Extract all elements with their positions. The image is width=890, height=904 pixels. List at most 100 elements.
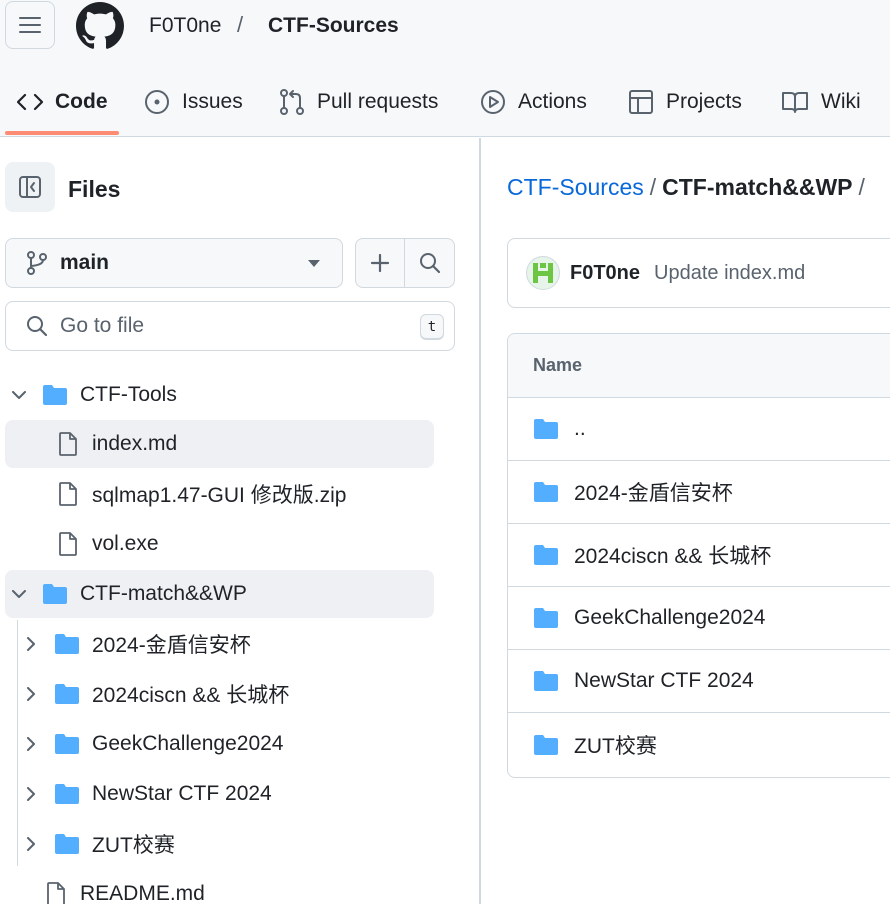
play-icon	[481, 90, 505, 114]
table-row[interactable]: GeekChallenge2024	[508, 587, 890, 650]
tree-file-readme[interactable]: README.md	[5, 870, 434, 904]
path-breadcrumb: CTF-Sources / CTF-match&&WP /	[507, 174, 871, 201]
chevron-right-icon	[23, 736, 39, 752]
folder-icon	[534, 545, 558, 565]
folder-icon	[43, 385, 67, 405]
folder-icon	[55, 734, 79, 754]
tree-folder-zut[interactable]: ZUT校赛	[5, 820, 434, 868]
book-icon	[782, 92, 808, 113]
breadcrumb-repo-link[interactable]: CTF-Sources	[507, 174, 644, 200]
breadcrumb-separator: /	[237, 12, 244, 37]
sidebar-collapse-icon	[19, 176, 41, 198]
branch-selector[interactable]: main	[5, 238, 343, 288]
tree-file-sqlmap-zip[interactable]: sqlmap1.47-GUI 修改版.zip	[5, 470, 434, 518]
chevron-down-icon	[11, 586, 27, 602]
folder-icon	[534, 482, 558, 502]
tree-item-label: CTF-match&&WP	[80, 582, 247, 605]
table-row[interactable]: 2024ciscn && 长城杯	[508, 524, 890, 587]
tree-folder-ctf-tools[interactable]: CTF-Tools	[5, 371, 434, 419]
active-tab-indicator	[5, 131, 119, 135]
tree-item-label: vol.exe	[92, 532, 159, 555]
table-row-parent[interactable]: ..	[508, 398, 890, 461]
search-icon	[27, 316, 48, 337]
tab-pull-requests[interactable]: Pull requests	[279, 72, 438, 132]
go-to-file-placeholder: Go to file	[60, 314, 145, 337]
folder-icon	[55, 684, 79, 704]
chevron-right-icon	[23, 636, 39, 652]
chevron-down-icon	[308, 260, 320, 267]
github-logo-icon[interactable]	[76, 2, 124, 50]
tab-code[interactable]: Code	[17, 72, 108, 132]
tree-folder-ctf-match-wp[interactable]: CTF-match&&WP	[5, 570, 434, 618]
hamburger-icon	[19, 17, 41, 33]
tab-projects[interactable]: Projects	[628, 72, 742, 132]
chevron-down-icon	[11, 387, 27, 403]
file-tree-sidebar: Files main Go to file t CTF-Tools index.…	[0, 138, 481, 904]
search-icon	[419, 253, 440, 274]
identicon-icon	[533, 263, 553, 283]
tab-label: Issues	[182, 90, 243, 113]
add-file-button[interactable]	[356, 239, 405, 287]
tree-file-index-md[interactable]: index.md	[5, 420, 434, 468]
search-code-button[interactable]	[405, 239, 454, 287]
pull-request-icon	[280, 89, 304, 115]
repo-tabs: Code Issues Pull requests Actions Projec…	[0, 72, 890, 136]
folder-icon	[55, 634, 79, 654]
table-row[interactable]: ZUT校赛	[508, 713, 890, 776]
tree-item-label: index.md	[92, 432, 178, 455]
tab-issues[interactable]: Issues	[144, 72, 243, 132]
chevron-right-icon	[23, 836, 39, 852]
tab-label: Wiki	[821, 90, 861, 113]
tree-item-label: CTF-Tools	[80, 383, 177, 406]
commit-author[interactable]: F0T0ne	[570, 262, 640, 285]
folder-icon	[55, 784, 79, 804]
row-name: ..	[574, 417, 586, 440]
tree-folder-newstar[interactable]: NewStar CTF 2024	[5, 770, 434, 818]
top-header: F0T0ne / CTF-Sources Code Issues Pull re…	[0, 0, 890, 137]
file-icon	[59, 532, 77, 556]
tree-item-label: 2024ciscn && 长城杯	[92, 684, 290, 707]
chevron-right-icon	[23, 786, 39, 802]
row-name: ZUT校赛	[574, 734, 657, 758]
owner-link[interactable]: F0T0ne	[149, 14, 221, 38]
tree-file-vol-exe[interactable]: vol.exe	[5, 520, 434, 568]
tab-actions[interactable]: Actions	[480, 72, 587, 132]
collapse-sidebar-button[interactable]	[5, 162, 55, 212]
repo-link[interactable]: CTF-Sources	[268, 14, 399, 38]
folder-icon	[534, 734, 558, 755]
folder-icon	[55, 834, 79, 854]
sidebar-title: Files	[68, 176, 121, 202]
commit-message[interactable]: Update index.md	[654, 262, 805, 285]
table-header-name: Name	[508, 334, 890, 398]
directory-table: Name .. 2024-金盾信安杯 2024ciscn && 长城杯 Geek…	[507, 333, 890, 778]
branch-name: main	[60, 251, 110, 274]
table-row[interactable]: NewStar CTF 2024	[508, 650, 890, 713]
file-icon	[59, 432, 77, 456]
tree-folder-jindun[interactable]: 2024-金盾信安杯	[5, 620, 434, 668]
folder-icon	[534, 671, 558, 691]
folder-icon	[43, 584, 67, 604]
tree-folder-geekchallenge[interactable]: GeekChallenge2024	[5, 720, 434, 768]
git-branch-icon	[27, 251, 47, 275]
row-name: GeekChallenge2024	[574, 606, 766, 629]
tree-item-label: NewStar CTF 2024	[92, 782, 272, 805]
breadcrumb-current: CTF-match&&WP	[662, 174, 853, 200]
code-icon	[17, 93, 43, 111]
table-row[interactable]: 2024-金盾信安杯	[508, 461, 890, 524]
keyboard-shortcut-hint: t	[420, 314, 444, 340]
tab-wiki[interactable]: Wiki	[781, 72, 861, 132]
tree-item-label: 2024-金盾信安杯	[92, 634, 251, 657]
avatar[interactable]	[526, 256, 560, 290]
go-to-file-input[interactable]: Go to file t	[5, 301, 455, 351]
file-icon	[59, 482, 77, 506]
tree-item-label: README.md	[80, 882, 205, 904]
row-name: NewStar CTF 2024	[574, 669, 754, 692]
issue-icon	[145, 90, 169, 114]
tree-item-label: GeekChallenge2024	[92, 732, 284, 755]
breadcrumb-separator: /	[858, 174, 865, 200]
folder-icon	[534, 608, 558, 628]
tree-folder-ciscn[interactable]: 2024ciscn && 长城杯	[5, 670, 434, 718]
menu-button[interactable]	[5, 1, 55, 49]
plus-icon	[370, 253, 390, 273]
latest-commit-box: F0T0ne Update index.md	[507, 238, 890, 308]
